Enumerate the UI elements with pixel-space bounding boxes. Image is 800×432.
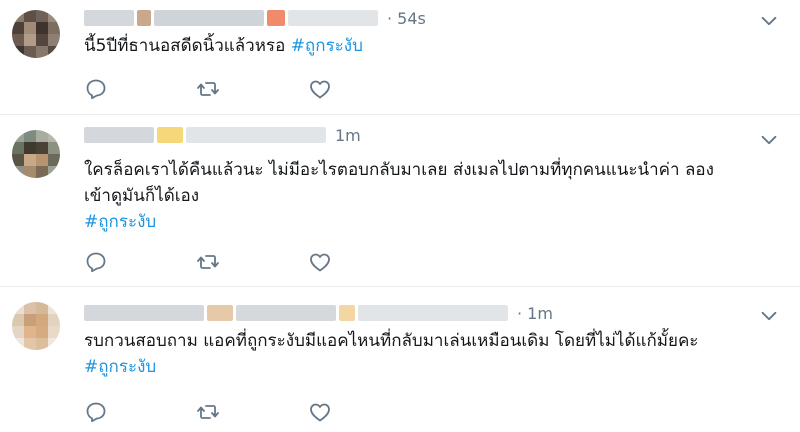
tweet-header: 1m	[84, 125, 361, 145]
blurred-emoji	[267, 10, 285, 26]
retweet-button[interactable]	[196, 77, 308, 101]
tweet[interactable]: · 54s นี้5ปีที่ธานอสดีดนิ้วแล้วหรอ #ถูกร…	[0, 0, 800, 115]
like-button[interactable]	[308, 400, 420, 424]
reply-icon	[86, 79, 106, 100]
tweet-timestamp[interactable]: · 54s	[387, 9, 426, 28]
tweet-text-line: รบกวนสอบถาม แอคที่ถูกระงับมีแอคไหนที่กลั…	[84, 331, 699, 351]
tweet-text: รบกวนสอบถาม แอคที่ถูกระงับมีแอคไหนที่กลั…	[84, 328, 764, 380]
tweet-feed: · 54s นี้5ปีที่ธานอสดีดนิ้วแล้วหรอ #ถูกร…	[0, 0, 800, 432]
retweet-button[interactable]	[196, 400, 308, 424]
retweet-icon	[197, 255, 219, 269]
tweet-text-line: เข้าดูมันก็ได้เอง	[84, 186, 200, 206]
tweet-actions	[84, 77, 420, 101]
like-button[interactable]	[308, 250, 420, 274]
blurred-display-name[interactable]	[207, 305, 233, 321]
blurred-display-name[interactable]	[84, 127, 154, 143]
blurred-emoji	[157, 127, 183, 143]
tweet[interactable]: 1m ใครล็อคเราได้คืนแล้วนะ ไม่มีอะไรตอบกล…	[0, 115, 800, 287]
tweet-text: นี้5ปีที่ธานอสดีดนิ้วแล้วหรอ #ถูกระงับ	[84, 33, 764, 59]
retweet-icon	[197, 405, 219, 419]
like-icon	[310, 80, 330, 99]
blurred-display-name[interactable]	[84, 305, 204, 321]
blurred-display-name[interactable]	[137, 10, 151, 26]
retweet-icon	[197, 82, 219, 96]
tweet-header: · 54s	[84, 8, 426, 28]
like-icon	[310, 403, 330, 422]
chevron-down-icon[interactable]	[758, 305, 780, 327]
chevron-down-icon[interactable]	[758, 10, 780, 32]
like-button[interactable]	[308, 77, 420, 101]
tweet-text-content: นี้5ปีที่ธานอสดีดนิ้วแล้วหรอ	[84, 36, 291, 56]
reply-icon	[86, 402, 106, 423]
avatar[interactable]	[12, 302, 60, 350]
hashtag-link[interactable]: #ถูกระงับ	[84, 209, 764, 235]
avatar[interactable]	[12, 10, 60, 58]
tweet-actions	[84, 400, 420, 424]
blurred-display-name[interactable]	[236, 305, 336, 321]
tweet-text-line: ใครล็อคเราได้คืนแล้วนะ ไม่มีอะไรตอบกลับม…	[84, 160, 714, 180]
tweet-header: · 1m	[84, 303, 553, 323]
tweet[interactable]: · 1m รบกวนสอบถาม แอคที่ถูกระงับมีแอคไหนท…	[0, 287, 800, 432]
like-icon	[310, 253, 330, 272]
blurred-username[interactable]	[288, 10, 378, 26]
hashtag-link[interactable]: #ถูกระงับ	[291, 36, 363, 56]
reply-button[interactable]	[84, 77, 196, 101]
blurred-display-name[interactable]	[84, 10, 134, 26]
blurred-display-name[interactable]	[154, 10, 264, 26]
blurred-username[interactable]	[358, 305, 508, 321]
blurred-emoji	[339, 305, 355, 321]
hashtag-link[interactable]: #ถูกระงับ	[84, 354, 764, 380]
reply-button[interactable]	[84, 250, 196, 274]
avatar[interactable]	[12, 130, 60, 178]
tweet-text: ใครล็อคเราได้คืนแล้วนะ ไม่มีอะไรตอบกลับม…	[84, 157, 764, 235]
blurred-username[interactable]	[186, 127, 326, 143]
tweet-actions	[84, 250, 420, 274]
tweet-timestamp[interactable]: 1m	[335, 126, 361, 145]
chevron-down-icon[interactable]	[758, 129, 780, 151]
reply-icon	[86, 252, 106, 273]
reply-button[interactable]	[84, 400, 196, 424]
tweet-timestamp[interactable]: · 1m	[517, 304, 553, 323]
retweet-button[interactable]	[196, 250, 308, 274]
